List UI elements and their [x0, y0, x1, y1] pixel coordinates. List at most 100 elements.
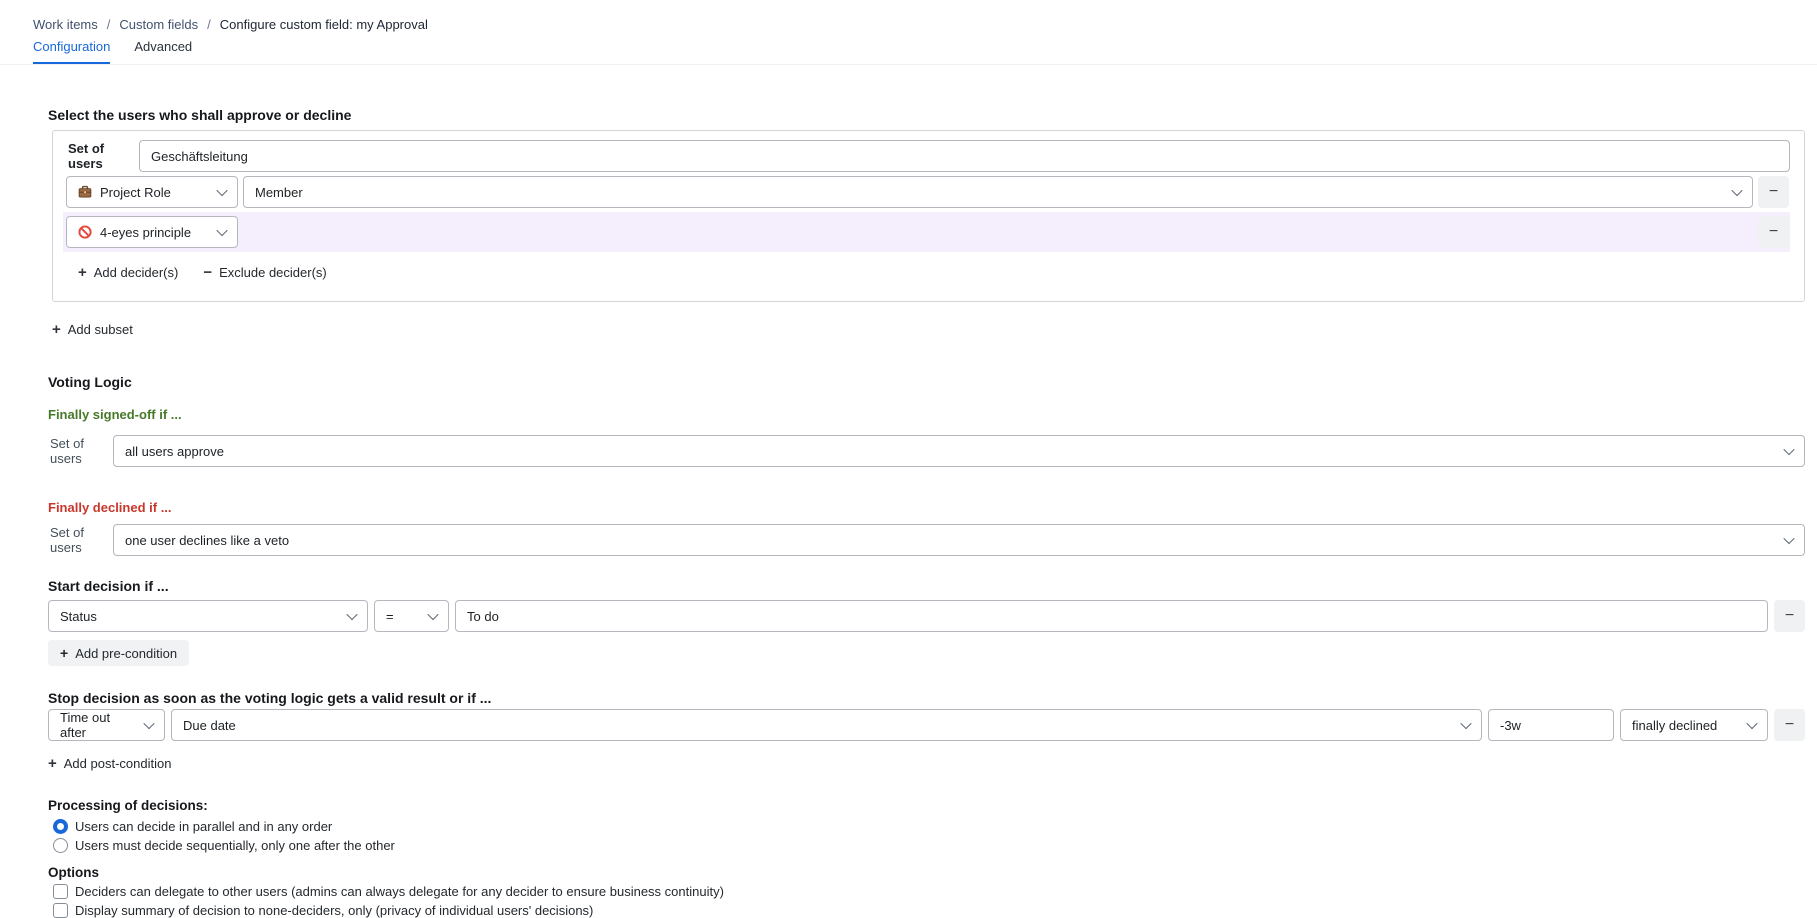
signed-off-select[interactable]: all users approve — [113, 435, 1805, 467]
voting-logic-heading: Voting Logic — [48, 374, 1805, 390]
checkbox-delegate-label: Deciders can delegate to other users (ad… — [75, 884, 724, 899]
remove-pre-condition-button[interactable]: − — [1774, 600, 1805, 632]
start-field-value: Status — [60, 609, 97, 624]
start-condition-heading: Start decision if ... — [48, 578, 1805, 594]
add-deciders-button[interactable]: + Add decider(s) — [78, 265, 178, 280]
breadcrumb-current-page: Configure custom field: my Approval — [220, 17, 428, 32]
stop-trigger-value: Time out after — [60, 710, 137, 740]
stop-field-select[interactable]: Due date — [171, 709, 1482, 741]
chevron-down-icon — [143, 718, 154, 729]
minus-icon: − — [203, 265, 212, 280]
signed-off-heading: Finally signed-off if ... — [48, 407, 1805, 422]
checkbox-summary-privacy[interactable] — [53, 903, 68, 918]
breadcrumb-separator: / — [107, 17, 111, 32]
start-value: To do — [467, 609, 499, 624]
minus-icon: − — [1785, 717, 1794, 733]
set-of-users-label: Set of users — [63, 141, 139, 171]
signed-off-row: Set of users all users approve — [50, 435, 1805, 467]
stop-condition-heading: Stop decision as soon as the voting logi… — [48, 690, 1805, 706]
options-heading: Options — [48, 865, 1805, 880]
chevron-down-icon — [1746, 718, 1757, 729]
start-operator-select[interactable]: = — [374, 600, 449, 632]
plus-icon: + — [52, 322, 61, 337]
decider-type-value: Project Role — [100, 185, 171, 200]
main-content: Select the users who shall approve or de… — [0, 107, 1817, 918]
chevron-down-icon — [216, 225, 227, 236]
remove-decider-button[interactable]: − — [1758, 216, 1789, 248]
stop-condition-row: Time out after Due date finally declined… — [48, 709, 1805, 741]
plus-icon: + — [60, 645, 68, 661]
chevron-down-icon — [1460, 718, 1471, 729]
remove-decider-button[interactable]: − — [1758, 176, 1789, 208]
stop-field-value: Due date — [183, 718, 236, 733]
minus-icon: − — [1785, 608, 1794, 624]
start-field-select[interactable]: Status — [48, 600, 368, 632]
decider-row-highlighted: 4-eyes principle − — [63, 212, 1790, 252]
declined-value: one user declines like a veto — [125, 533, 289, 548]
radio-parallel[interactable] — [53, 819, 68, 834]
start-operator-value: = — [386, 609, 394, 624]
minus-icon: − — [1769, 224, 1778, 240]
stop-result-value: finally declined — [1632, 718, 1717, 733]
chevron-down-icon — [1783, 533, 1794, 544]
add-pre-condition-label: Add pre-condition — [75, 646, 177, 661]
checkbox-delegate[interactable] — [53, 884, 68, 899]
chevron-down-icon — [1731, 185, 1742, 196]
subset-box: Set of users Project Role Member − — [52, 130, 1805, 302]
breadcrumb-work-items[interactable]: Work items — [33, 17, 98, 32]
processing-option-parallel: Users can decide in parallel and in any … — [53, 819, 1805, 834]
breadcrumb-custom-fields[interactable]: Custom fields — [119, 17, 198, 32]
plus-icon: + — [78, 265, 87, 280]
chevron-down-icon — [346, 609, 357, 620]
add-subset-label: Add subset — [68, 322, 133, 337]
signed-off-value: all users approve — [125, 444, 224, 459]
start-value-input[interactable]: To do — [455, 600, 1768, 632]
declined-heading: Finally declined if ... — [48, 500, 1805, 515]
stop-trigger-select[interactable]: Time out after — [48, 709, 165, 741]
add-post-condition-label: Add post-condition — [64, 756, 172, 771]
set-of-users-row: Set of users — [63, 140, 1790, 172]
stop-offset-input[interactable] — [1488, 709, 1614, 741]
radio-sequential[interactable] — [53, 838, 68, 853]
declined-label: Set of users — [50, 525, 113, 555]
option-delegate: Deciders can delegate to other users (ad… — [53, 884, 1805, 899]
decider-type-value: 4-eyes principle — [100, 225, 191, 240]
decider-actions: + Add decider(s) − Exclude decider(s) — [78, 265, 1790, 280]
tab-bar: Configuration Advanced — [33, 39, 1817, 64]
declined-select[interactable]: one user declines like a veto — [113, 524, 1805, 556]
briefcase-icon — [78, 185, 92, 199]
radio-sequential-label: Users must decide sequentially, only one… — [75, 838, 395, 853]
chevron-down-icon — [216, 185, 227, 196]
plus-icon: + — [48, 756, 57, 771]
exclude-deciders-label: Exclude decider(s) — [219, 265, 327, 280]
minus-icon: − — [1769, 184, 1778, 200]
radio-parallel-label: Users can decide in parallel and in any … — [75, 819, 332, 834]
breadcrumb: Work items / Custom fields / Configure c… — [33, 17, 1817, 32]
decider-type-select[interactable]: Project Role — [66, 176, 238, 208]
set-of-users-input[interactable] — [139, 140, 1790, 172]
declined-row: Set of users one user declines like a ve… — [50, 524, 1805, 556]
decider-value-select[interactable]: Member — [243, 176, 1753, 208]
breadcrumb-separator: / — [207, 17, 211, 32]
tab-advanced[interactable]: Advanced — [134, 39, 192, 64]
chevron-down-icon — [427, 609, 438, 620]
no-entry-icon — [78, 225, 92, 239]
chevron-down-icon — [1783, 444, 1794, 455]
processing-heading: Processing of decisions: — [48, 798, 1805, 813]
decider-row: Project Role Member − — [63, 172, 1790, 212]
tab-configuration[interactable]: Configuration — [33, 39, 110, 64]
signed-off-label: Set of users — [50, 436, 113, 466]
add-post-condition-button[interactable]: + Add post-condition — [48, 756, 171, 771]
remove-post-condition-button[interactable]: − — [1774, 709, 1805, 741]
option-summary-privacy: Display summary of decision to none-deci… — [53, 903, 1805, 918]
add-deciders-label: Add decider(s) — [94, 265, 179, 280]
stop-result-select[interactable]: finally declined — [1620, 709, 1768, 741]
processing-option-sequential: Users must decide sequentially, only one… — [53, 838, 1805, 853]
page-header: Work items / Custom fields / Configure c… — [0, 0, 1817, 65]
decider-type-select[interactable]: 4-eyes principle — [66, 216, 238, 248]
add-subset-button[interactable]: + Add subset — [52, 322, 133, 337]
exclude-deciders-button[interactable]: − Exclude decider(s) — [203, 265, 326, 280]
add-pre-condition-button[interactable]: + Add pre-condition — [48, 640, 189, 666]
start-condition-row: Status = To do − — [48, 600, 1805, 632]
checkbox-summary-privacy-label: Display summary of decision to none-deci… — [75, 903, 593, 918]
